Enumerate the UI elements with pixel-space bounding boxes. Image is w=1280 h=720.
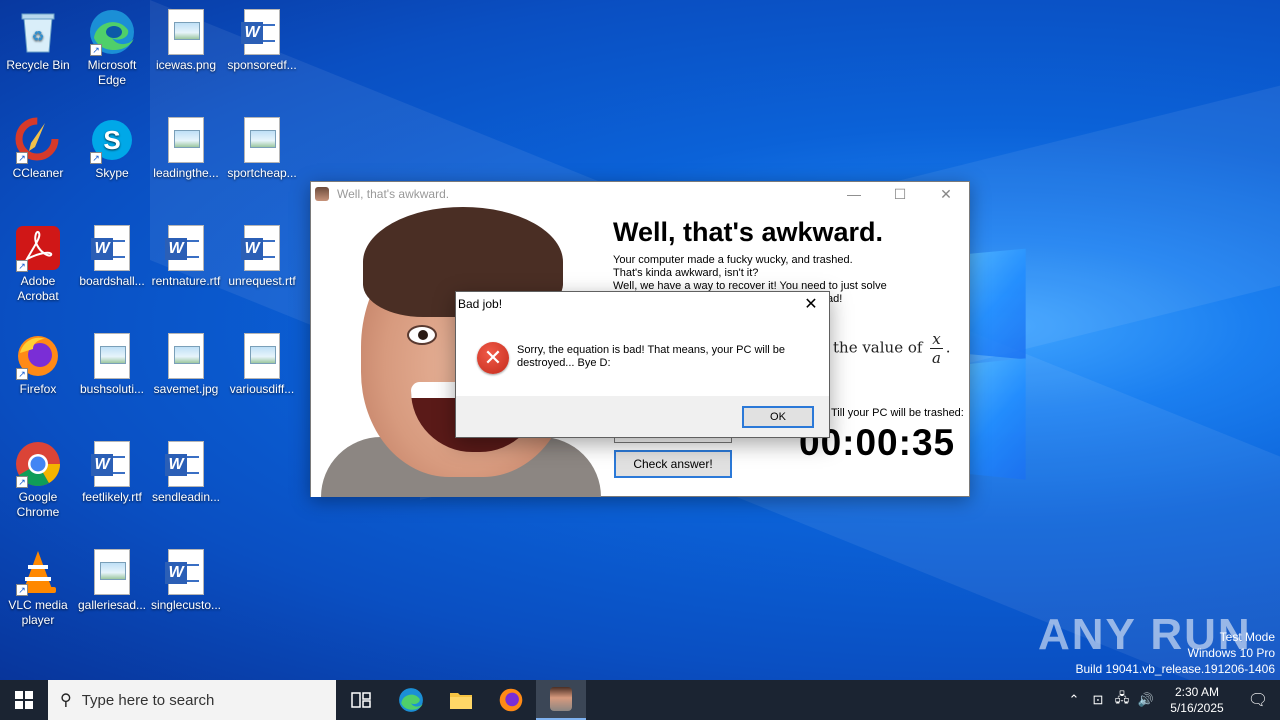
headline: Well, that's awkward. — [613, 217, 883, 247]
search-icon: ⚲ — [60, 692, 72, 709]
taskbar-search-box[interactable]: ⚲ Type here to search — [48, 680, 336, 720]
countdown-label: Till your PC will be trashed: — [831, 407, 964, 419]
desktop-icon-ccleaner[interactable]: ↗ CCleaner — [0, 116, 76, 181]
vlc-icon: ↗ — [14, 548, 62, 596]
desktop-icon-word-doc[interactable]: W rentnature.rtf — [148, 224, 224, 289]
meet-now-icon[interactable]: ⊡ — [1086, 692, 1110, 708]
app-icon — [550, 687, 572, 711]
desktop-icon-image-file[interactable]: icewas.png — [148, 8, 224, 73]
desktop-icon-word-doc[interactable]: W unrequest.rtf — [224, 224, 300, 289]
app-icon — [315, 187, 329, 201]
recycle-bin-icon: ♻ — [14, 8, 62, 56]
word-document-icon: W — [162, 224, 210, 272]
adobe-acrobat-icon: ↗ — [14, 224, 62, 272]
desktop-icon-word-doc[interactable]: W sendleadin... — [148, 440, 224, 505]
equation-text: the value of x a . — [833, 330, 951, 367]
word-document-icon: W — [238, 224, 286, 272]
network-icon[interactable]: 🖧 — [1110, 689, 1134, 711]
desktop-icon-vlc[interactable]: ↗ VLC media player — [0, 548, 76, 628]
volume-icon[interactable]: 🔊 — [1134, 692, 1158, 708]
system-tray: ⌃ ⊡ 🖧 🔊 2:30 AM 5/16/2025 🗨 — [1062, 680, 1280, 720]
word-document-icon: W — [88, 440, 136, 488]
start-button[interactable] — [0, 680, 48, 720]
desktop-icon-microsoft-edge[interactable]: ↗ Microsoft Edge — [74, 8, 150, 88]
desktop-icon-word-doc[interactable]: W feetlikely.rtf — [74, 440, 150, 505]
dialog-message: Sorry, the equation is bad! That means, … — [517, 344, 786, 369]
ccleaner-icon: ↗ — [14, 116, 62, 164]
image-file-icon — [162, 8, 210, 56]
desktop-icon-image-file[interactable]: variousdiff... — [224, 332, 300, 397]
dialog-footer: OK — [456, 396, 829, 437]
notification-icon[interactable]: 🗨 — [1236, 690, 1280, 710]
maximize-button[interactable]: ☐ — [877, 182, 923, 206]
desktop-icon-image-file[interactable]: galleriesad... — [74, 548, 150, 613]
desktop-icon-word-doc[interactable]: W singlecusto... — [148, 548, 224, 613]
error-icon: ✕ — [477, 342, 509, 374]
firefox-icon — [499, 688, 523, 712]
dialog-close-icon[interactable]: ✕ — [799, 294, 823, 316]
edge-icon: ↗ — [88, 8, 136, 56]
check-answer-button[interactable]: Check answer! — [614, 450, 732, 478]
desktop-icon-google-chrome[interactable]: ↗ Google Chrome — [0, 440, 76, 520]
word-document-icon: W — [238, 8, 286, 56]
desktop-icon-image-file[interactable]: bushsoluti... — [74, 332, 150, 397]
window-title: Well, that's awkward. — [337, 187, 450, 201]
desktop-icon-image-file[interactable]: savemet.jpg — [148, 332, 224, 397]
window-titlebar[interactable]: Well, that's awkward. — ☐ ✕ — [311, 182, 969, 206]
desktop-icon-firefox[interactable]: ↗ Firefox — [0, 332, 76, 397]
search-placeholder: Type here to search — [81, 691, 215, 709]
minimize-button[interactable]: — — [831, 182, 877, 206]
taskbar-clock[interactable]: 2:30 AM 5/16/2025 — [1158, 684, 1236, 716]
bad-job-dialog: Bad job! ✕ ✕ Sorry, the equation is bad!… — [455, 291, 830, 438]
desktop-icon-word-doc[interactable]: W sponsoredf... — [224, 8, 300, 73]
task-view-icon — [351, 692, 371, 708]
taskbar-awkward-app[interactable] — [536, 680, 586, 720]
windows-mode-info: Test Mode Windows 10 Pro Build 19041.vb_… — [1075, 630, 1276, 676]
chevron-up-icon[interactable]: ⌃ — [1062, 692, 1086, 708]
taskbar-file-explorer[interactable] — [436, 680, 486, 720]
svg-text:S: S — [103, 125, 120, 155]
image-file-icon — [238, 332, 286, 380]
image-file-icon — [88, 548, 136, 596]
desktop-icon-image-file[interactable]: leadingthe... — [148, 116, 224, 181]
desktop-icon-recycle-bin[interactable]: ♻ Recycle Bin — [0, 8, 76, 73]
taskbar-firefox[interactable] — [486, 680, 536, 720]
dialog-title: Bad job! — [458, 297, 503, 311]
desktop-icon-word-doc[interactable]: W boardshall... — [74, 224, 150, 289]
ok-button[interactable]: OK — [742, 406, 814, 428]
word-document-icon: W — [88, 224, 136, 272]
word-document-icon: W — [162, 548, 210, 596]
image-file-icon — [88, 332, 136, 380]
chrome-icon: ↗ — [14, 440, 62, 488]
desktop-icon-image-file[interactable]: sportcheap... — [224, 116, 300, 181]
skype-icon: S ↗ — [88, 116, 136, 164]
image-file-icon — [162, 332, 210, 380]
folder-icon — [450, 693, 472, 709]
desktop-icon-skype[interactable]: S ↗ Skype — [74, 116, 150, 181]
image-file-icon — [162, 116, 210, 164]
firefox-icon: ↗ — [14, 332, 62, 380]
word-document-icon: W — [162, 440, 210, 488]
desktop-icon-adobe-acrobat[interactable]: ↗ Adobe Acrobat — [0, 224, 76, 304]
windows-start-icon — [15, 691, 33, 709]
svg-text:♻: ♻ — [32, 28, 45, 44]
close-button[interactable]: ✕ — [923, 182, 969, 206]
taskbar-edge[interactable] — [386, 680, 436, 720]
taskbar: ⚲ Type here to search ⌃ ⊡ 🖧 🔊 2:30 AM 5/… — [0, 680, 1280, 720]
fraction: x a — [930, 330, 943, 367]
image-file-icon — [238, 116, 286, 164]
edge-icon — [399, 688, 423, 712]
task-view-button[interactable] — [336, 680, 386, 720]
